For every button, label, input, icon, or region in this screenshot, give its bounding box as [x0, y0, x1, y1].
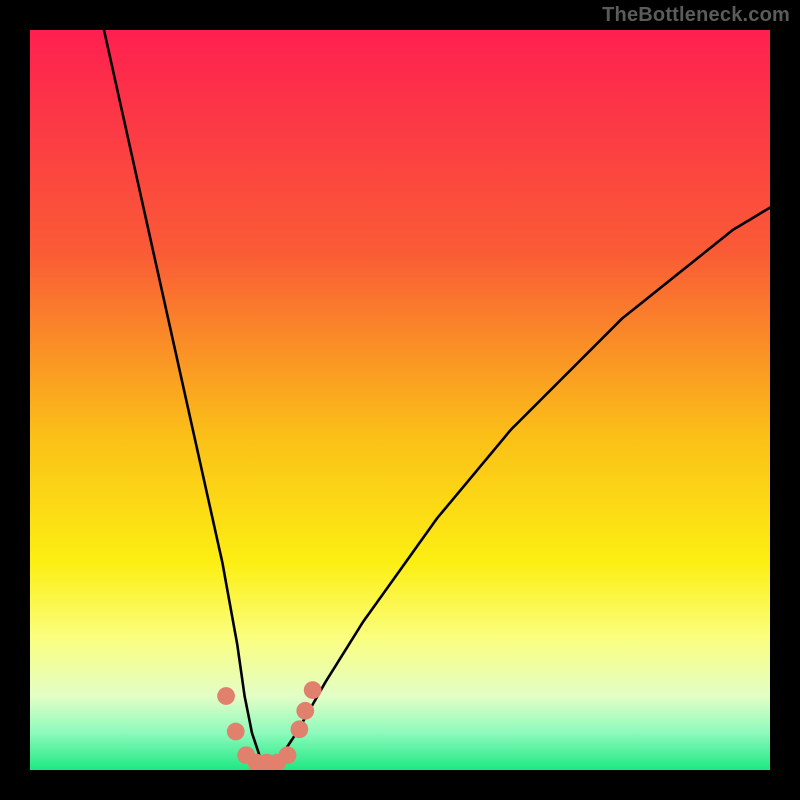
chart-svg	[30, 30, 770, 770]
data-marker	[227, 723, 245, 741]
data-marker	[296, 702, 314, 720]
data-marker	[217, 687, 235, 705]
data-markers	[217, 681, 321, 770]
watermark-text: TheBottleneck.com	[602, 4, 790, 27]
data-marker	[279, 746, 297, 764]
bottleneck-curve	[104, 30, 770, 763]
data-marker	[304, 681, 322, 699]
plot-area	[30, 30, 770, 770]
chart-container: TheBottleneck.com	[0, 0, 800, 800]
data-marker	[290, 720, 308, 738]
